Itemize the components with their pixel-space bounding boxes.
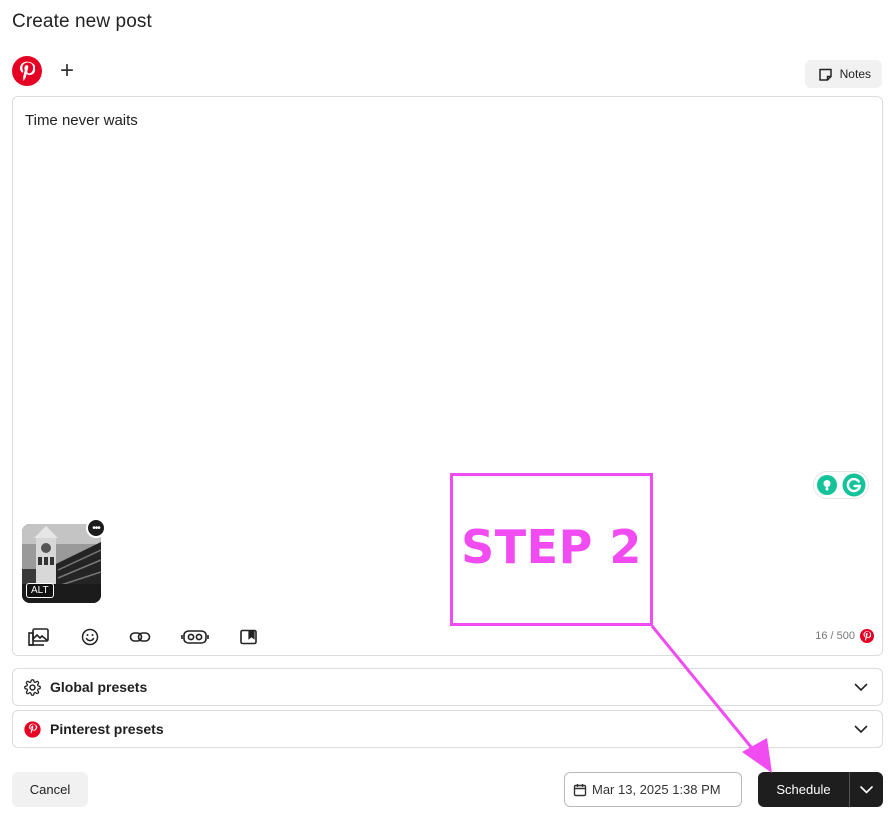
schedule-options-dropdown[interactable] [850, 772, 883, 807]
schedule-date-label: Mar 13, 2025 1:38 PM [592, 782, 721, 797]
counter-text: 16 / 500 [815, 630, 855, 642]
pinterest-icon [860, 629, 874, 643]
bulb-icon [817, 475, 837, 495]
media-options-button[interactable]: ••• [86, 518, 106, 538]
global-presets-label: Global presets [50, 679, 148, 695]
calendar-icon [573, 783, 587, 796]
step-annotation-box: STEP 2 [450, 473, 653, 626]
page-title: Create new post [12, 11, 152, 32]
chevron-down-icon[interactable] [854, 683, 868, 692]
editor-toolbar [28, 627, 257, 647]
post-text[interactable]: Time never waits [25, 112, 138, 129]
pinterest-icon [24, 720, 41, 738]
first-comment-icon[interactable] [240, 627, 257, 647]
add-network-button[interactable]: + [60, 59, 74, 83]
schedule-button-group: Schedule [758, 772, 883, 807]
add-media-icon[interactable] [28, 627, 50, 647]
emoji-icon[interactable] [81, 627, 99, 647]
grammarly-icon [842, 473, 866, 497]
cancel-button[interactable]: Cancel [12, 772, 88, 807]
pinterest-presets-section[interactable]: Pinterest presets [12, 710, 883, 748]
pinterest-presets-label: Pinterest presets [50, 721, 164, 737]
schedule-button[interactable]: Schedule [758, 772, 850, 807]
global-presets-section[interactable]: Global presets [12, 668, 883, 706]
grammarly-widget[interactable] [813, 471, 869, 499]
chevron-down-icon [860, 785, 873, 794]
step-annotation-text: STEP 2 [461, 519, 642, 574]
post-editor[interactable]: Time never waits ALT ••• 16 / 500 [12, 96, 883, 656]
network-selector: + [12, 56, 74, 86]
chevron-down-icon[interactable] [854, 725, 868, 734]
character-counter: 16 / 500 [815, 629, 874, 643]
pinterest-account-icon[interactable] [12, 56, 42, 86]
alt-text-badge[interactable]: ALT [26, 583, 54, 598]
link-icon[interactable] [129, 627, 151, 647]
gear-icon [24, 678, 41, 696]
schedule-date-picker[interactable]: Mar 13, 2025 1:38 PM [564, 772, 742, 807]
note-icon [818, 68, 832, 81]
ai-assistant-icon[interactable] [181, 627, 209, 647]
notes-label: Notes [839, 67, 871, 81]
notes-button[interactable]: Notes [804, 60, 882, 88]
